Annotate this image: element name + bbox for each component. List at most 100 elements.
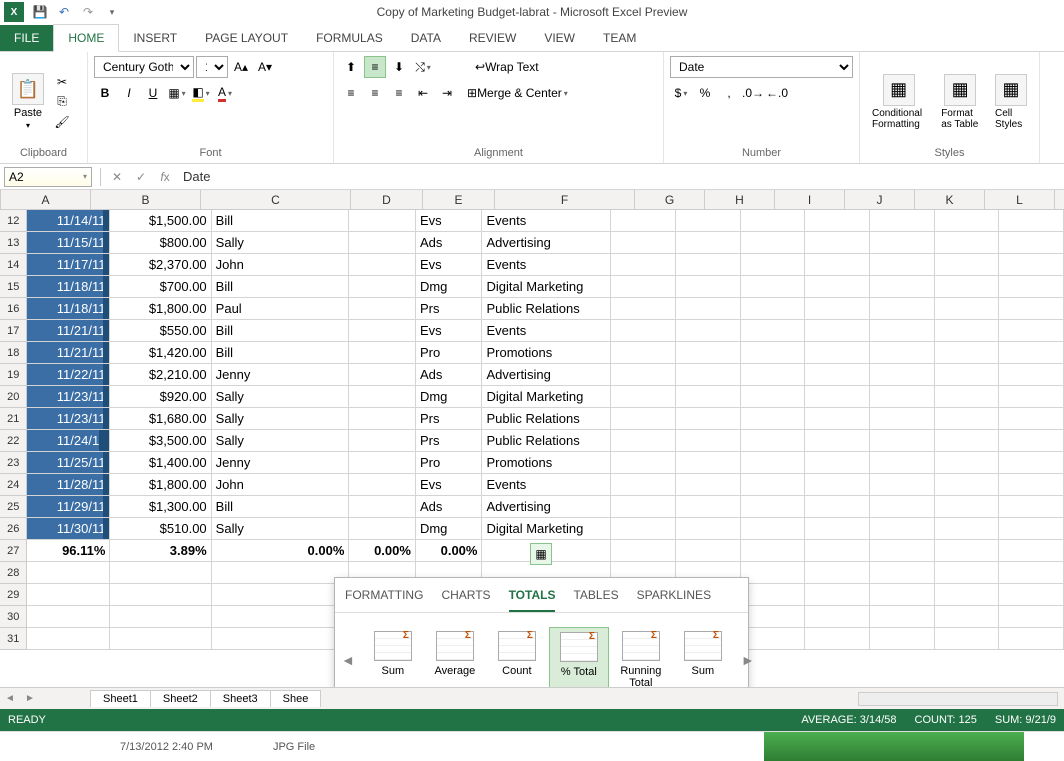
cell[interactable] — [741, 320, 806, 342]
cell[interactable] — [870, 276, 935, 298]
cell[interactable] — [611, 210, 676, 232]
cell[interactable] — [349, 386, 416, 408]
row-header[interactable]: 26 — [0, 518, 27, 540]
cell[interactable] — [110, 562, 211, 584]
row-header[interactable]: 22 — [0, 430, 27, 452]
cell[interactable] — [935, 496, 1000, 518]
cell[interactable]: Advertising — [482, 496, 611, 518]
cell[interactable] — [870, 518, 935, 540]
cell[interactable] — [805, 232, 870, 254]
cell[interactable]: Events — [482, 474, 611, 496]
cell[interactable] — [805, 452, 870, 474]
cell[interactable]: Public Relations — [482, 430, 611, 452]
ribbon-tab-home[interactable]: HOME — [53, 24, 119, 52]
cell[interactable] — [935, 276, 1000, 298]
cell[interactable] — [805, 342, 870, 364]
cell[interactable] — [741, 364, 806, 386]
qa-tab-sparklines[interactable]: SPARKLINES — [637, 588, 711, 612]
cell[interactable]: Evs — [416, 474, 483, 496]
ribbon-tab-file[interactable]: FILE — [0, 25, 53, 51]
undo-icon[interactable]: ↶ — [56, 4, 72, 20]
cell[interactable]: Digital Marketing — [482, 518, 611, 540]
decrease-indent-button[interactable]: ⇤ — [412, 82, 434, 104]
scroll-left-button[interactable]: ◄ — [341, 652, 355, 668]
cell[interactable] — [999, 254, 1064, 276]
number-format-combo[interactable]: Date — [670, 56, 853, 78]
cell[interactable] — [999, 628, 1064, 650]
cell[interactable] — [741, 540, 806, 562]
cell[interactable] — [999, 452, 1064, 474]
cell[interactable]: $2,370.00 — [110, 254, 211, 276]
cell[interactable] — [676, 474, 741, 496]
cell[interactable]: 11/15/11 — [27, 232, 110, 254]
redo-icon[interactable]: ↷ — [80, 4, 96, 20]
cell[interactable] — [935, 210, 1000, 232]
currency-button[interactable]: $ — [670, 82, 692, 104]
cell[interactable] — [349, 364, 416, 386]
row-header[interactable]: 27 — [0, 540, 27, 562]
cell[interactable] — [741, 408, 806, 430]
cell[interactable]: Dmg — [416, 518, 483, 540]
border-button[interactable]: ▦ — [166, 82, 188, 104]
cell[interactable] — [611, 254, 676, 276]
cell[interactable] — [676, 254, 741, 276]
cell[interactable]: Events — [482, 210, 611, 232]
row-header[interactable]: 31 — [0, 628, 27, 650]
cell[interactable] — [349, 474, 416, 496]
cell[interactable] — [999, 430, 1064, 452]
sheet-tab-sheet2[interactable]: Sheet2 — [150, 690, 211, 707]
enter-formula-button[interactable]: ✓ — [129, 170, 153, 184]
qa-tab-tables[interactable]: TABLES — [573, 588, 618, 612]
cell[interactable]: Prs — [416, 430, 483, 452]
cell[interactable] — [212, 606, 350, 628]
cell[interactable]: Prs — [416, 408, 483, 430]
cell[interactable] — [212, 562, 350, 584]
cell[interactable]: Bill — [212, 210, 350, 232]
cell[interactable] — [349, 320, 416, 342]
cell[interactable]: 11/18/11 — [27, 298, 110, 320]
cell[interactable] — [935, 298, 1000, 320]
cell[interactable]: Advertising — [482, 232, 611, 254]
row-header[interactable]: 19 — [0, 364, 27, 386]
cell[interactable] — [870, 408, 935, 430]
ribbon-tab-review[interactable]: REVIEW — [455, 25, 530, 51]
column-header-A[interactable]: A — [1, 190, 91, 209]
row-header[interactable]: 25 — [0, 496, 27, 518]
cell[interactable] — [805, 496, 870, 518]
cell[interactable] — [870, 342, 935, 364]
cell[interactable] — [349, 518, 416, 540]
row-header[interactable]: 15 — [0, 276, 27, 298]
cell[interactable] — [741, 518, 806, 540]
row-header[interactable]: 23 — [0, 452, 27, 474]
cell[interactable]: Sally — [212, 408, 350, 430]
cell[interactable] — [999, 320, 1064, 342]
cell[interactable] — [611, 408, 676, 430]
column-header-J[interactable]: J — [845, 190, 915, 209]
cell[interactable]: Sally — [212, 386, 350, 408]
scroll-right-button[interactable]: ► — [741, 652, 755, 668]
cell[interactable]: $1,500.00 — [110, 210, 211, 232]
cell[interactable] — [999, 474, 1064, 496]
wrap-text-button[interactable]: ↩ Wrap Text — [468, 56, 546, 78]
cell[interactable] — [999, 562, 1064, 584]
cell[interactable] — [805, 276, 870, 298]
cell[interactable]: Prs — [416, 298, 483, 320]
cell[interactable] — [935, 232, 1000, 254]
increase-indent-button[interactable]: ⇥ — [436, 82, 458, 104]
cell[interactable] — [27, 628, 110, 650]
cell[interactable] — [611, 474, 676, 496]
cell[interactable]: Advertising — [482, 364, 611, 386]
cell-styles-button[interactable]: ▦Cell Styles — [989, 72, 1033, 132]
column-header-G[interactable]: G — [635, 190, 705, 209]
paste-button[interactable]: 📋 Paste ▾ — [6, 71, 50, 132]
cell[interactable]: 0.00% — [349, 540, 416, 562]
cell[interactable] — [676, 232, 741, 254]
formula-input[interactable]: Date — [177, 169, 1064, 184]
cell[interactable] — [611, 540, 676, 562]
cell[interactable]: Sally — [212, 430, 350, 452]
cell[interactable] — [676, 386, 741, 408]
cell[interactable] — [999, 518, 1064, 540]
cell[interactable] — [611, 342, 676, 364]
cell[interactable]: Digital Marketing — [482, 276, 611, 298]
qa-item-sum[interactable]: Sum — [363, 627, 423, 693]
